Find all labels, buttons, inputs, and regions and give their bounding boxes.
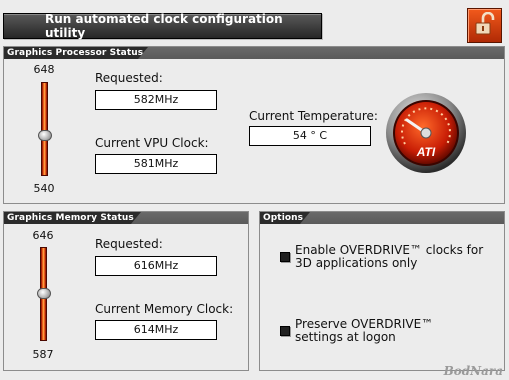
memory-requested-label: Requested: <box>95 237 163 251</box>
gpu-slider-max-label: 648 <box>33 63 55 76</box>
gpu-current-clock-value: 581MHz <box>95 154 217 174</box>
memory-requested-value: 616MHz <box>95 256 217 276</box>
lock-open-icon <box>474 11 496 39</box>
watermark: BodNara <box>443 364 503 378</box>
gpu-requested-label: Requested: <box>95 71 163 85</box>
memory-clock-slider-thumb[interactable] <box>37 288 51 299</box>
memory-current-clock-label: Current Memory Clock: <box>95 302 234 316</box>
run-clock-configuration-button[interactable]: Run automated clock configuration utilit… <box>3 12 322 40</box>
gpu-clock-slider-thumb[interactable] <box>38 130 52 141</box>
gpu-slider-min-label: 540 <box>33 182 55 195</box>
memory-slider-max-label: 646 <box>32 229 54 242</box>
preserve-overdrive-label[interactable]: Preserve OVERDRIVE™ settings at logon <box>295 318 455 344</box>
overdrive-3d-only-label[interactable]: Enable OVERDRIVE™ clocks for 3D applicat… <box>295 244 500 270</box>
gpu-clock-slider-track[interactable] <box>41 82 48 176</box>
gpu-status-header: Graphics Processor Status <box>4 47 148 59</box>
overdrive-3d-only-checkbox[interactable] <box>280 252 290 262</box>
lock-button[interactable] <box>467 8 502 43</box>
gauge-ati-logo: ATI <box>416 145 436 159</box>
memory-current-clock-value: 614MHz <box>95 320 217 340</box>
temperature-gauge-icon: ATI <box>385 92 467 174</box>
memory-status-header: Graphics Memory Status <box>4 212 141 224</box>
temperature-label: Current Temperature: <box>249 109 378 123</box>
preserve-overdrive-checkbox[interactable] <box>280 326 290 336</box>
options-panel: Options <box>259 211 505 371</box>
gpu-current-clock-label: Current VPU Clock: <box>95 136 209 150</box>
memory-slider-min-label: 587 <box>32 348 54 361</box>
temperature-value: 54 ° C <box>249 126 371 146</box>
gpu-requested-value: 582MHz <box>95 90 217 110</box>
